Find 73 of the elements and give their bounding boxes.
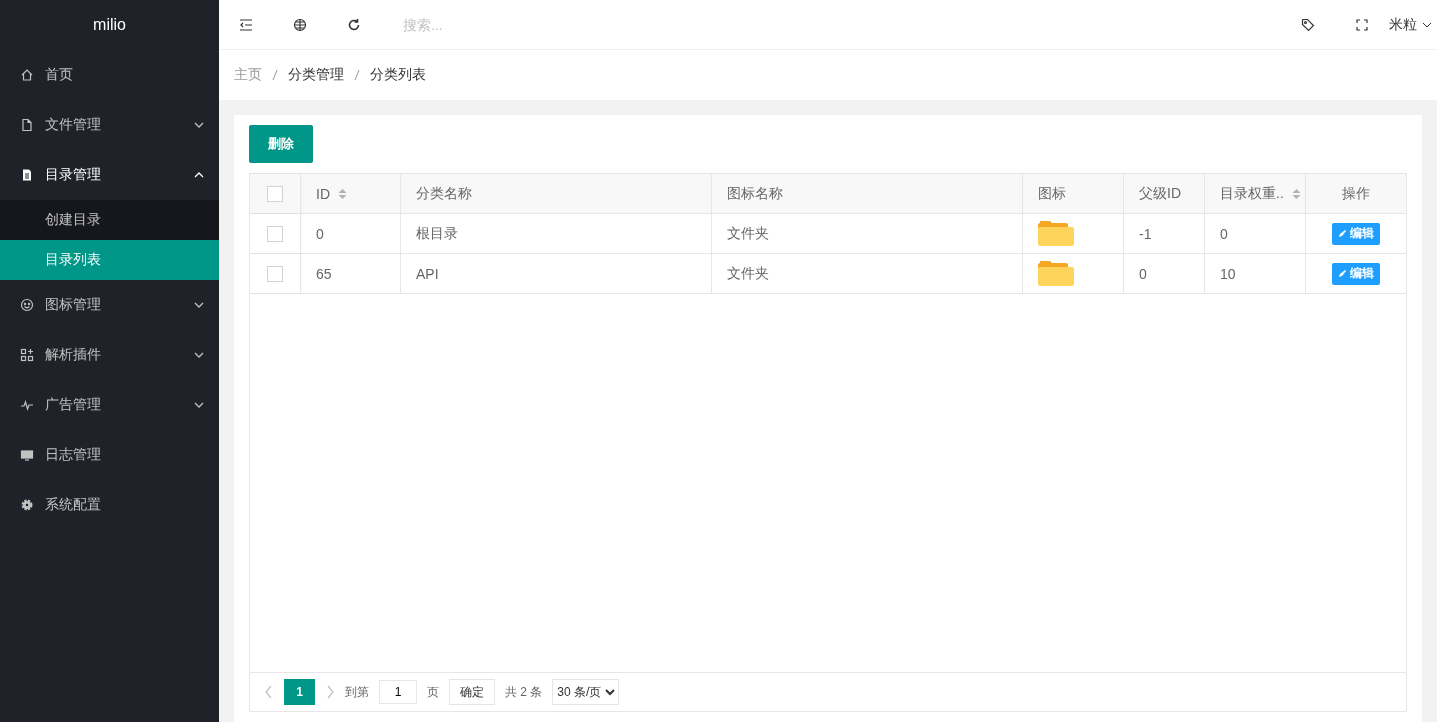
confirm-button[interactable]: 确定 <box>449 679 495 705</box>
sidebar-item-label: 文件管理 <box>45 116 102 134</box>
slash-icon <box>354 69 360 81</box>
slash-icon <box>272 69 278 81</box>
table-cell: 0 <box>1139 265 1147 282</box>
document-icon <box>20 118 34 132</box>
breadcrumb-link[interactable]: 分类列表 <box>370 66 426 84</box>
monitor-icon <box>20 448 34 462</box>
home-icon <box>20 68 34 82</box>
chevron-left-icon[interactable] <box>264 685 274 699</box>
sort-icon[interactable] <box>338 187 347 200</box>
column-header: 图标名称 <box>727 184 783 203</box>
smiley-icon <box>20 298 34 312</box>
pencil-icon <box>1338 269 1347 278</box>
page-input[interactable]: 1 <box>379 680 417 704</box>
chevron-right-icon[interactable] <box>325 685 335 699</box>
table-cell: 0 <box>1220 225 1228 242</box>
checkbox[interactable] <box>267 185 283 202</box>
sidebar-item[interactable]: 文件管理 <box>0 100 219 150</box>
page-number[interactable]: 1 <box>284 679 315 705</box>
sidebar-item-label: 日志管理 <box>45 446 102 464</box>
checkbox[interactable] <box>267 225 283 242</box>
gear-icon <box>20 498 34 512</box>
sidebar-item[interactable]: 目录管理 <box>0 150 219 200</box>
document-icon <box>20 168 34 182</box>
column-header: 父级ID <box>1139 184 1181 203</box>
breadcrumb-link[interactable]: 分类管理 <box>288 66 344 84</box>
fullscreen-icon[interactable] <box>1355 17 1369 32</box>
table-cell: -1 <box>1139 225 1152 242</box>
sidebar-item[interactable]: 首页 <box>0 50 219 100</box>
sidebar-item-label: 解析插件 <box>45 346 102 364</box>
table-cell: 文件夹 <box>727 264 769 283</box>
sidebar-item-label: 图标管理 <box>45 296 102 314</box>
column-header: 分类名称 <box>416 184 472 203</box>
menu-icon[interactable] <box>239 17 253 32</box>
checkbox[interactable] <box>267 265 283 282</box>
folder-icon <box>1038 261 1074 286</box>
sidebar-item-label: 目录管理 <box>45 166 102 184</box>
table-cell: 10 <box>1220 265 1236 282</box>
page-unit-label: 页 <box>427 683 439 701</box>
goto-label: 到第 <box>345 683 369 701</box>
sidebar-item[interactable]: 解析插件 <box>0 330 219 380</box>
sidebar-item-label: 首页 <box>45 66 74 84</box>
submenu-item[interactable]: 创建目录 <box>0 200 219 240</box>
sidebar-item-label: 系统配置 <box>45 496 102 514</box>
delete-button[interactable]: 删除 <box>249 125 313 163</box>
refresh-icon[interactable] <box>347 17 361 32</box>
page-size-select[interactable]: 30 条/页 <box>552 679 620 705</box>
sidebar-item[interactable]: 广告管理 <box>0 380 219 430</box>
table-cell: 65 <box>316 265 332 282</box>
sidebar-item-label: 广告管理 <box>45 396 102 414</box>
table-cell: 文件夹 <box>727 224 769 243</box>
table-cell: API <box>416 265 439 282</box>
column-header: 操作 <box>1342 184 1370 203</box>
submenu-item[interactable]: 目录列表 <box>0 240 219 280</box>
column-header: 图标 <box>1038 184 1066 203</box>
grid-icon <box>20 348 34 362</box>
tag-icon[interactable] <box>1301 17 1315 32</box>
user-menu[interactable]: 米粒 <box>1389 15 1437 34</box>
app-logo: milio <box>92 15 127 35</box>
column-header: 目录权重.. <box>1220 184 1284 203</box>
globe-icon[interactable] <box>293 17 307 32</box>
sort-icon[interactable] <box>1291 187 1301 200</box>
sidebar-item[interactable]: 图标管理 <box>0 280 219 330</box>
column-header: ID <box>316 185 330 202</box>
table-cell: 根目录 <box>416 224 458 243</box>
total-count: 共 2 条 <box>505 683 543 701</box>
sidebar-item[interactable]: 系统配置 <box>0 480 219 530</box>
folder-icon <box>1038 221 1074 246</box>
pulse-icon <box>20 398 34 412</box>
table-cell: 0 <box>316 225 324 242</box>
sidebar-item[interactable]: 日志管理 <box>0 430 219 480</box>
pencil-icon <box>1338 229 1347 238</box>
